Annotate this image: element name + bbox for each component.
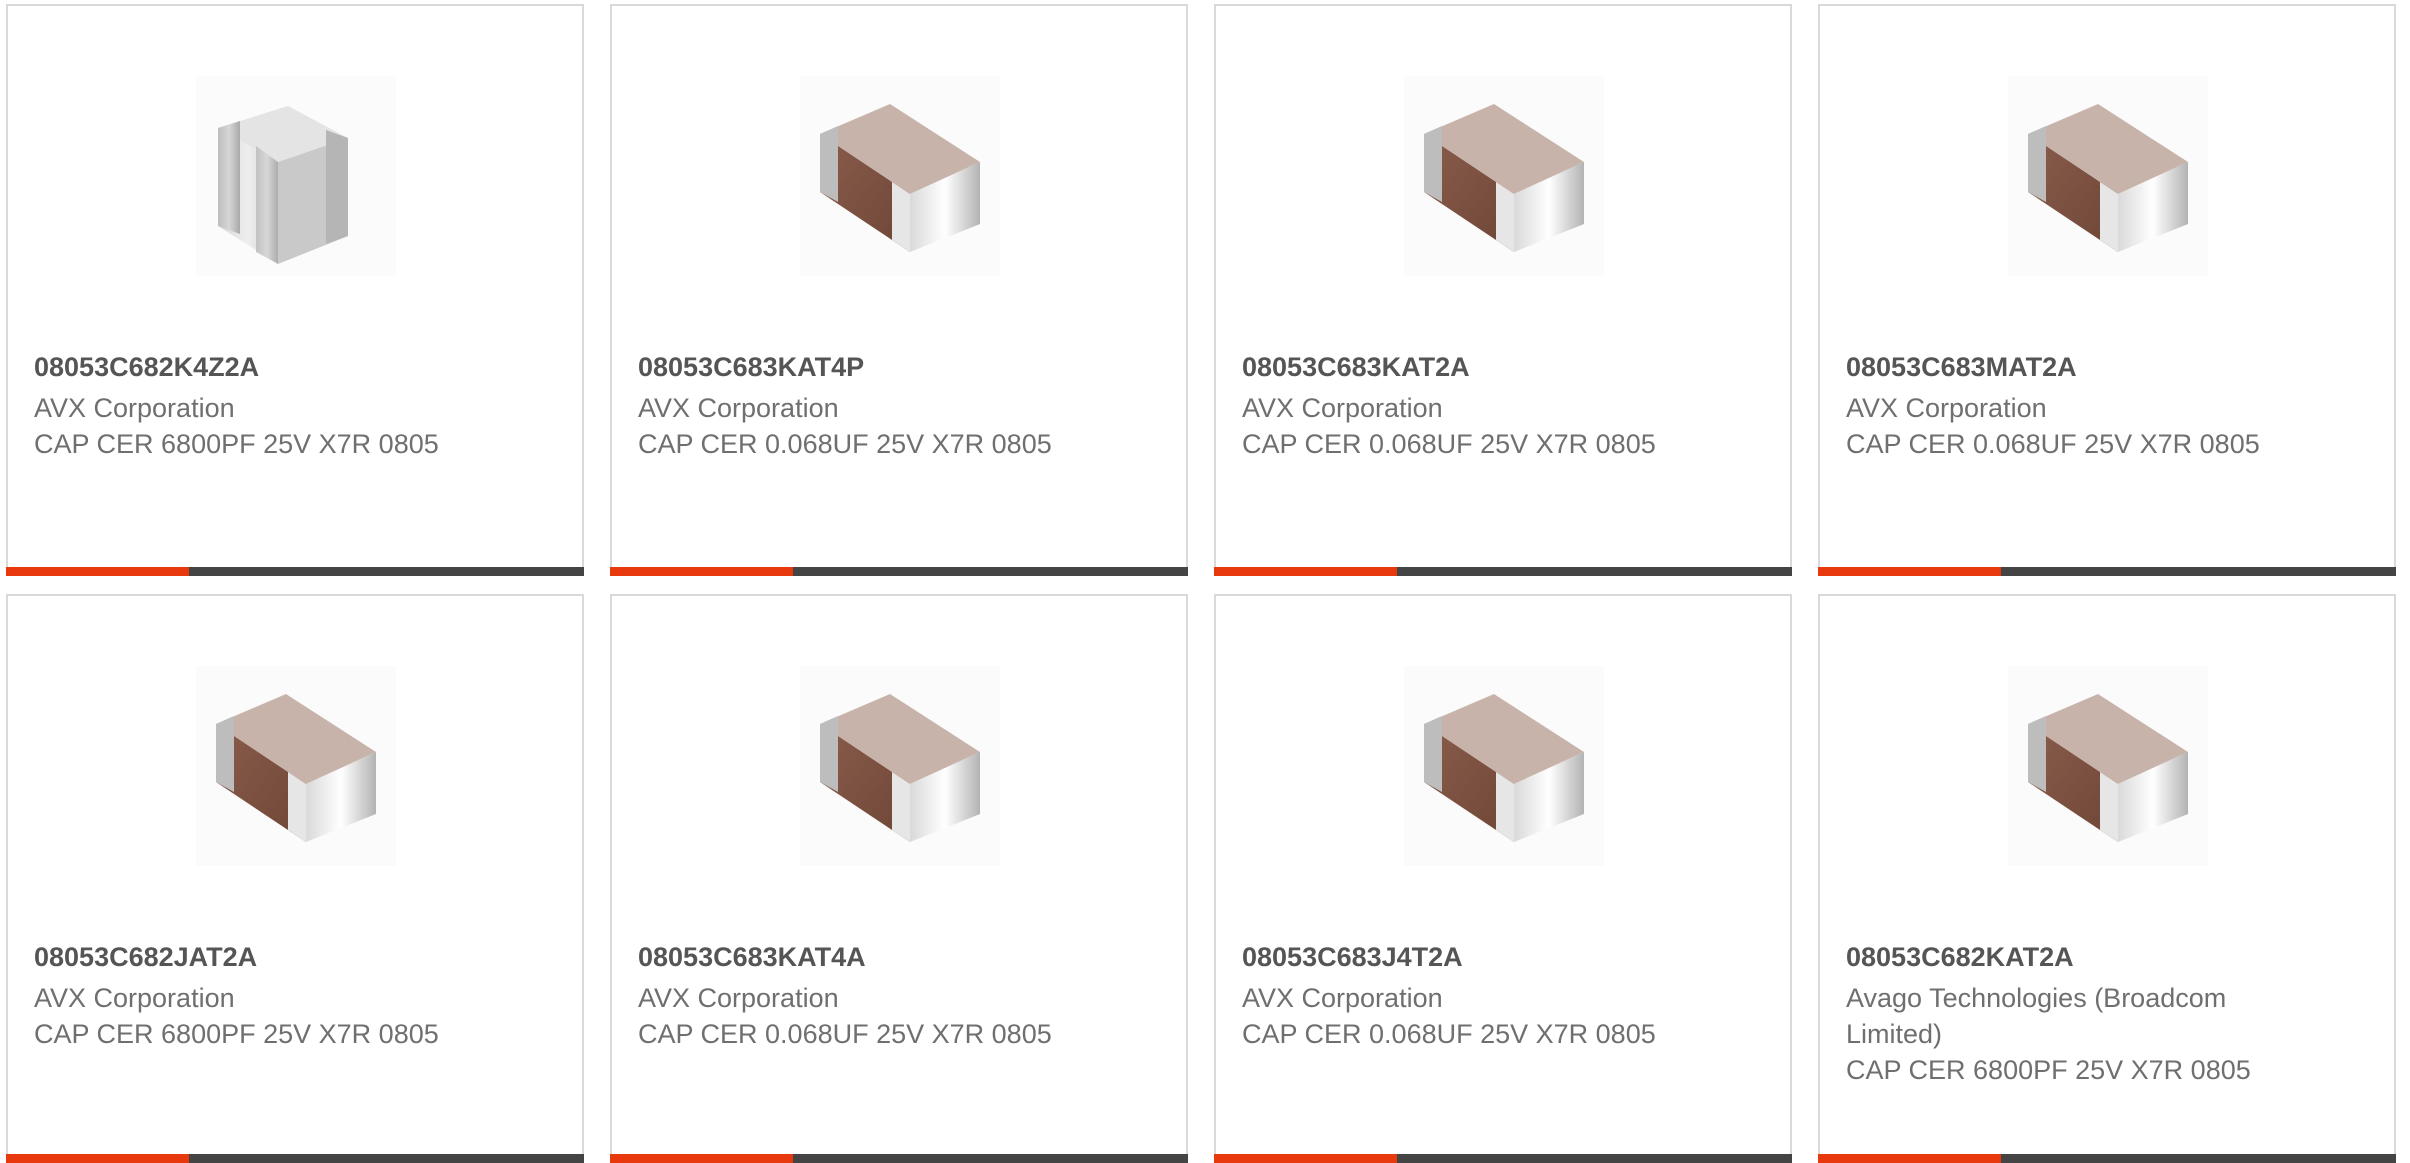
manufacturer-name: AVX Corporation <box>1846 393 2047 423</box>
brown-ceramic-capacitor-icon[interactable] <box>800 76 1000 276</box>
product-card[interactable]: 08053C682KAT2A Avago Technologies (Broad… <box>1818 594 2396 1163</box>
card-footer-bar <box>610 1154 1188 1163</box>
brown-ceramic-capacitor-icon[interactable] <box>800 666 1000 866</box>
card-accent-bar <box>610 567 793 576</box>
product-description: CAP CER 6800PF 25V X7R 0805 <box>34 429 439 459</box>
card-accent-bar <box>610 1154 793 1163</box>
part-number-link[interactable]: 08053C682K4Z2A <box>34 352 259 383</box>
card-accent-bar <box>6 1154 189 1163</box>
part-number-link[interactable]: 08053C683J4T2A <box>1242 942 1463 973</box>
product-card[interactable]: 08053C683MAT2A AVX Corporation CAP CER 0… <box>1818 4 2396 576</box>
card-footer-bar <box>610 567 1188 576</box>
gray-ceramic-capacitor-icon[interactable] <box>196 76 396 276</box>
product-card[interactable]: 08053C683J4T2A AVX Corporation CAP CER 0… <box>1214 594 1792 1163</box>
product-details: AVX Corporation CAP CER 0.068UF 25V X7R … <box>1242 980 1662 1052</box>
part-number-link[interactable]: 08053C682KAT2A <box>1846 942 2074 973</box>
product-card[interactable]: 08053C682K4Z2A AVX Corporation CAP CER 6… <box>6 4 584 576</box>
product-details: AVX Corporation CAP CER 0.068UF 25V X7R … <box>1846 390 2266 462</box>
manufacturer-name: AVX Corporation <box>34 983 235 1013</box>
brown-ceramic-capacitor-icon[interactable] <box>196 666 396 866</box>
product-details: AVX Corporation CAP CER 6800PF 25V X7R 0… <box>34 390 454 462</box>
part-number-link[interactable]: 08053C682JAT2A <box>34 942 257 973</box>
product-details: AVX Corporation CAP CER 0.068UF 25V X7R … <box>638 980 1058 1052</box>
product-grid: 08053C682K4Z2A AVX Corporation CAP CER 6… <box>0 0 2410 1163</box>
product-card[interactable]: 08053C683KAT4P AVX Corporation CAP CER 0… <box>610 4 1188 576</box>
brown-ceramic-capacitor-icon[interactable] <box>1404 76 1604 276</box>
product-details: AVX Corporation CAP CER 6800PF 25V X7R 0… <box>34 980 454 1052</box>
product-description: CAP CER 0.068UF 25V X7R 0805 <box>638 429 1052 459</box>
product-card[interactable]: 08053C682JAT2A AVX Corporation CAP CER 6… <box>6 594 584 1163</box>
part-number-link[interactable]: 08053C683KAT4P <box>638 352 864 383</box>
manufacturer-name: AVX Corporation <box>638 983 839 1013</box>
product-description: CAP CER 0.068UF 25V X7R 0805 <box>1242 1019 1656 1049</box>
product-details: AVX Corporation CAP CER 0.068UF 25V X7R … <box>1242 390 1662 462</box>
card-accent-bar <box>1818 1154 2001 1163</box>
product-details: AVX Corporation CAP CER 0.068UF 25V X7R … <box>638 390 1058 462</box>
product-card[interactable]: 08053C683KAT4A AVX Corporation CAP CER 0… <box>610 594 1188 1163</box>
product-description: CAP CER 6800PF 25V X7R 0805 <box>1846 1055 2251 1085</box>
card-footer-bar <box>1818 1154 2396 1163</box>
card-accent-bar <box>6 567 189 576</box>
manufacturer-name: AVX Corporation <box>34 393 235 423</box>
card-accent-bar <box>1214 1154 1397 1163</box>
part-number-link[interactable]: 08053C683KAT4A <box>638 942 866 973</box>
card-footer-bar <box>1818 567 2396 576</box>
card-accent-bar <box>1818 567 2001 576</box>
product-details: Avago Technologies (Broadcom Limited) CA… <box>1846 980 2266 1088</box>
brown-ceramic-capacitor-icon[interactable] <box>1404 666 1604 866</box>
product-card[interactable]: 08053C683KAT2A AVX Corporation CAP CER 0… <box>1214 4 1792 576</box>
part-number-link[interactable]: 08053C683MAT2A <box>1846 352 2077 383</box>
card-accent-bar <box>1214 567 1397 576</box>
card-footer-bar <box>6 1154 584 1163</box>
product-description: CAP CER 0.068UF 25V X7R 0805 <box>1242 429 1656 459</box>
product-description: CAP CER 6800PF 25V X7R 0805 <box>34 1019 439 1049</box>
card-footer-bar <box>6 567 584 576</box>
card-footer-bar <box>1214 567 1792 576</box>
manufacturer-name: AVX Corporation <box>1242 393 1443 423</box>
manufacturer-name: Avago Technologies (Broadcom Limited) <box>1846 983 2227 1049</box>
manufacturer-name: AVX Corporation <box>638 393 839 423</box>
card-footer-bar <box>1214 1154 1792 1163</box>
brown-ceramic-capacitor-icon[interactable] <box>2008 76 2208 276</box>
brown-ceramic-capacitor-icon[interactable] <box>2008 666 2208 866</box>
product-description: CAP CER 0.068UF 25V X7R 0805 <box>1846 429 2260 459</box>
manufacturer-name: AVX Corporation <box>1242 983 1443 1013</box>
part-number-link[interactable]: 08053C683KAT2A <box>1242 352 1470 383</box>
product-description: CAP CER 0.068UF 25V X7R 0805 <box>638 1019 1052 1049</box>
